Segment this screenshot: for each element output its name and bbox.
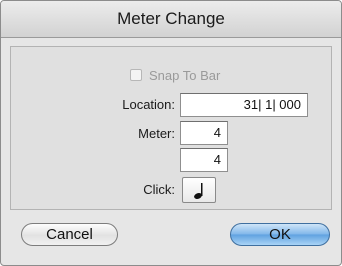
click-note-button[interactable] [182,177,216,203]
cancel-button[interactable]: Cancel [21,223,118,246]
meter-denominator-field[interactable]: 4 [180,148,228,172]
click-label: Click: [143,182,175,197]
meter-label: Meter: [138,126,175,141]
location-label: Location: [122,97,175,112]
snap-to-bar-label: Snap To Bar [149,68,221,83]
quarter-note-icon [194,183,203,199]
meter-numerator-field[interactable]: 4 [180,121,228,145]
title-bar: Meter Change [1,1,341,38]
ok-button[interactable]: OK [230,223,330,246]
dialog-title: Meter Change [117,9,225,28]
snap-to-bar-checkbox[interactable] [130,69,142,81]
dialog-content-panel: Snap To Bar Location: 31| 1| 000 Meter: … [10,46,332,210]
meter-change-dialog: Meter Change Snap To Bar Location: 31| 1… [0,0,342,266]
location-field[interactable]: 31| 1| 000 [180,93,308,117]
